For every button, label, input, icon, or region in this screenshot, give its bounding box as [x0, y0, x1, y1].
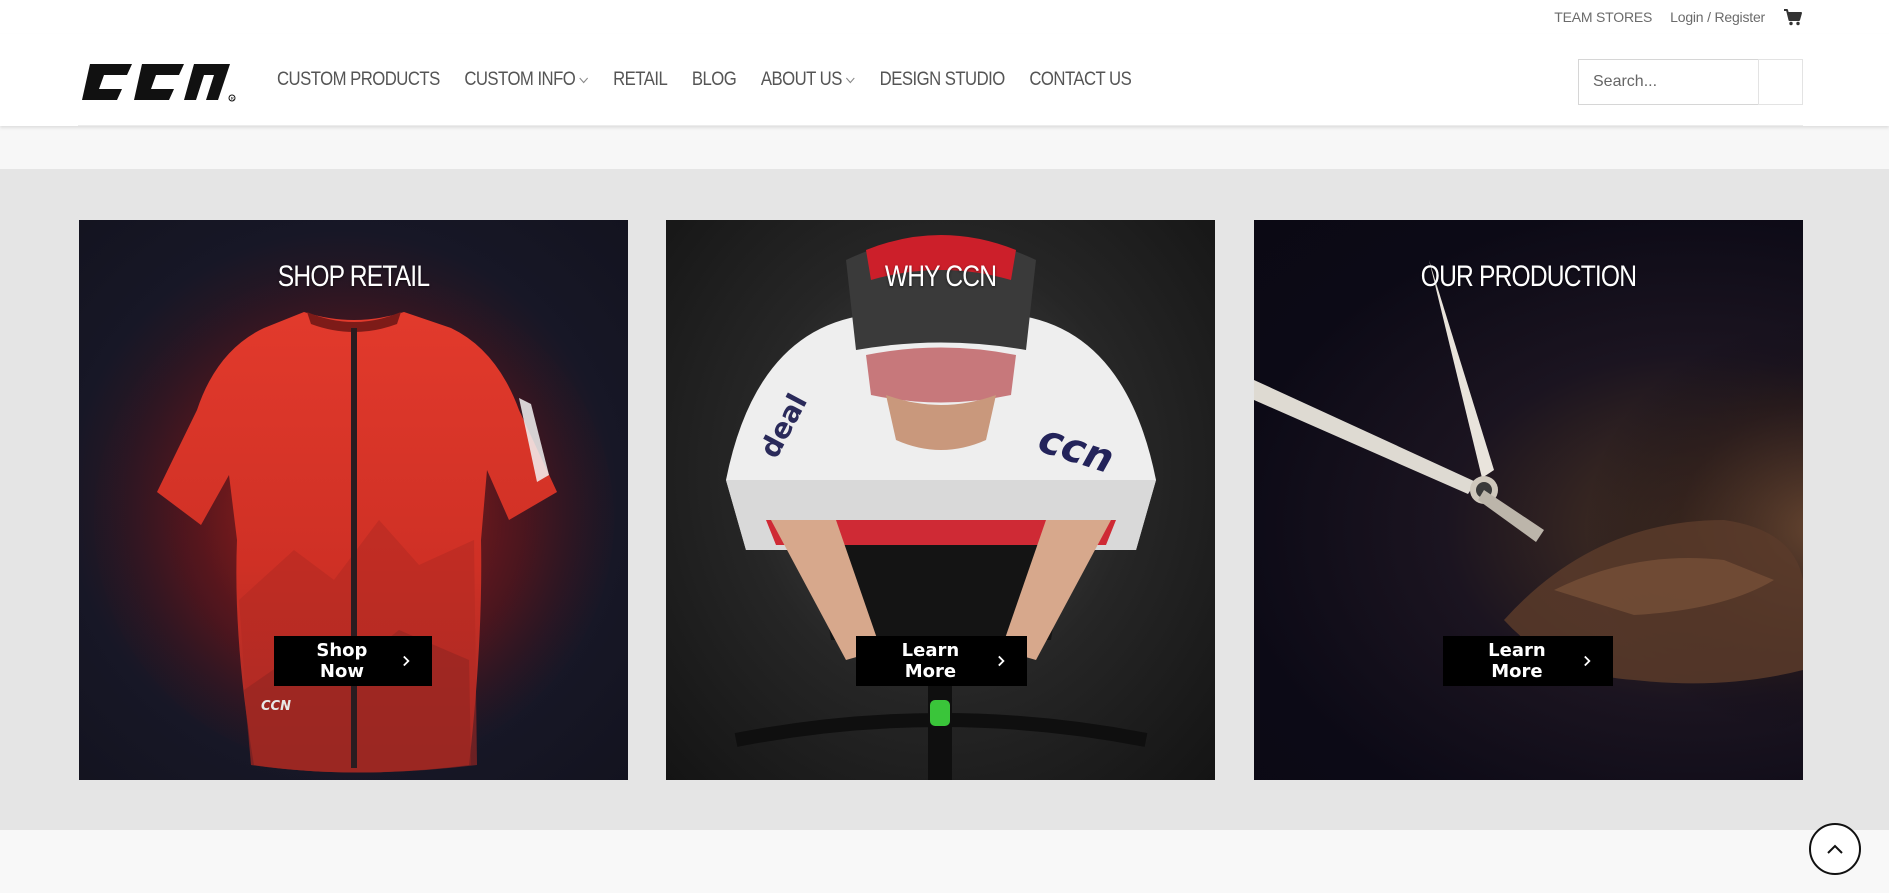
nav-blog[interactable]: BLOG	[691, 69, 737, 91]
card-title: WHY CCN	[884, 260, 997, 293]
nav-label: ABOUT US	[760, 69, 842, 90]
card-title: OUR PRODUCTION	[1420, 260, 1637, 293]
nav-label: DESIGN STUDIO	[879, 69, 1006, 90]
main-nav: CUSTOM PRODUCTS CUSTOM INFO RETAIL BLOG …	[277, 34, 1132, 126]
chevron-up-icon	[1827, 844, 1843, 854]
card-why-ccn[interactable]: ccn deal WHY CCN Learn More	[666, 220, 1215, 780]
ccn-logo[interactable]: R	[80, 60, 238, 104]
top-bar-links: TEAM STORES Login / Register	[1554, 0, 1803, 34]
scissors-image	[1254, 260, 1803, 750]
search-button[interactable]	[1758, 59, 1803, 105]
nav-label: CUSTOM PRODUCTS	[277, 69, 440, 90]
team-stores-link[interactable]: TEAM STORES	[1554, 9, 1652, 25]
button-label: Learn More	[1488, 640, 1546, 682]
nav-label: CUSTOM INFO	[464, 69, 576, 90]
shop-now-button[interactable]: Shop Now	[274, 636, 432, 686]
chevron-down-icon	[579, 77, 588, 84]
nav-label: CONTACT US	[1029, 69, 1132, 90]
card-title: SHOP RETAIL	[277, 260, 430, 293]
search-form	[1578, 59, 1803, 105]
nav-custom-info[interactable]: CUSTOM INFO	[464, 69, 588, 91]
nav-design-studio[interactable]: DESIGN STUDIO	[879, 69, 1006, 91]
card-shop-retail[interactable]: CCN SHOP RETAIL Shop Now	[79, 220, 628, 780]
svg-text:CCN: CCN	[261, 699, 291, 714]
cart-icon[interactable]	[1783, 8, 1803, 26]
nav-about-us[interactable]: ABOUT US	[761, 69, 855, 91]
nav-label: RETAIL	[613, 69, 668, 90]
learn-more-button[interactable]: Learn More	[856, 636, 1027, 686]
login-register-link[interactable]: Login / Register	[1670, 9, 1765, 25]
search-input[interactable]	[1578, 59, 1758, 105]
cyclist-image: ccn deal	[726, 235, 1156, 780]
nav-contact-us[interactable]: CONTACT US	[1029, 69, 1131, 91]
learn-more-button[interactable]: Learn More	[1443, 636, 1613, 686]
chevron-right-icon	[1584, 655, 1591, 667]
chevron-down-icon	[845, 77, 855, 84]
chevron-right-icon	[403, 655, 410, 667]
main-header: R CUSTOM PRODUCTS CUSTOM INFO RETAIL BLO…	[0, 34, 1889, 126]
button-label: Shop Now	[316, 640, 368, 682]
button-label: Learn More	[901, 640, 960, 682]
page-bottom	[0, 830, 1889, 893]
card-our-production[interactable]: OUR PRODUCTION Learn More	[1254, 220, 1803, 780]
header-spacer	[0, 126, 1889, 169]
chevron-right-icon	[997, 655, 1005, 667]
nav-retail[interactable]: RETAIL	[613, 69, 668, 91]
back-to-top-button[interactable]	[1809, 823, 1861, 875]
top-bar: TEAM STORES Login / Register	[0, 0, 1889, 34]
red-jersey-image: CCN	[94, 270, 614, 773]
nav-custom-products[interactable]: CUSTOM PRODUCTS	[277, 69, 440, 91]
nav-label: BLOG	[691, 69, 737, 90]
